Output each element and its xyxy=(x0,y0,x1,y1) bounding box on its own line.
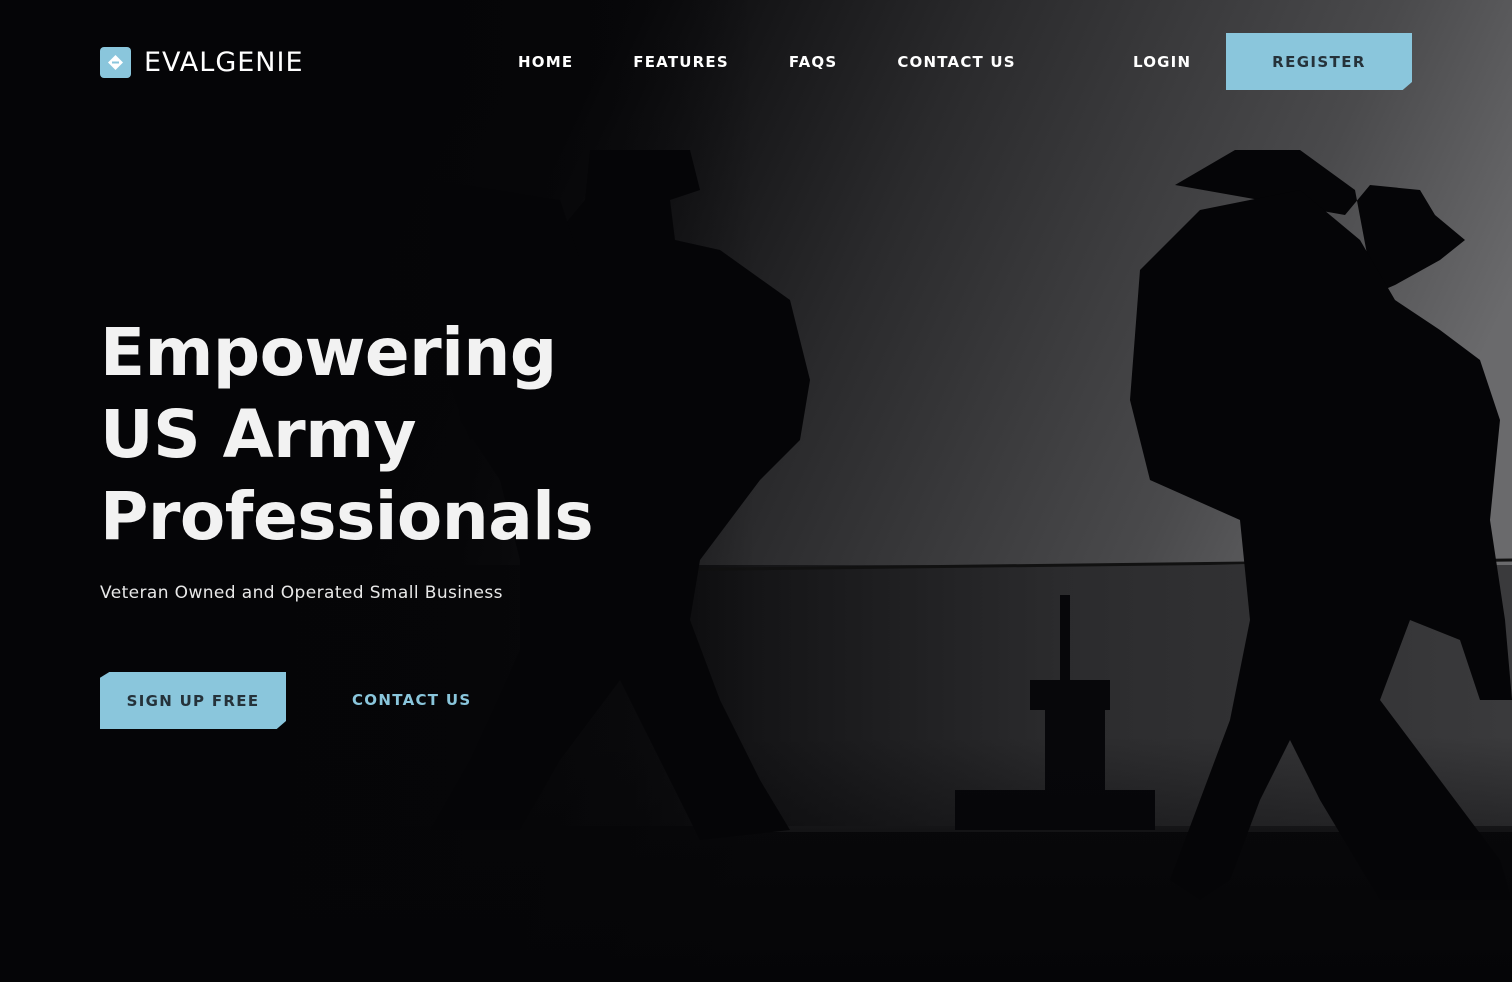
brand-name: EVALGENIE xyxy=(144,47,304,78)
nav-item-faqs[interactable]: FAQS xyxy=(789,52,838,72)
nav-item-home[interactable]: HOME xyxy=(518,52,573,72)
hero-title-line-1: Empowering xyxy=(100,314,557,391)
main-nav: HOME FEATURES FAQS CONTACT US xyxy=(518,52,1016,72)
diamond-logo-icon xyxy=(100,47,131,78)
nav-item-contact-us[interactable]: CONTACT US xyxy=(897,52,1015,72)
site-header: EVALGENIE HOME FEATURES FAQS CONTACT US … xyxy=(0,0,1512,124)
contact-us-button[interactable]: CONTACT US xyxy=(352,690,471,710)
nav-item-features[interactable]: FEATURES xyxy=(633,52,729,72)
register-button[interactable]: REGISTER xyxy=(1226,33,1412,90)
sign-up-free-button[interactable]: SIGN UP FREE xyxy=(100,672,286,729)
hero-title: Empowering US Army Professionals xyxy=(100,312,720,558)
hero-title-line-2: US Army xyxy=(100,396,417,473)
brand-logo[interactable]: EVALGENIE xyxy=(100,47,304,78)
landing-page: EVALGENIE HOME FEATURES FAQS CONTACT US … xyxy=(0,0,1512,982)
login-link[interactable]: LOGIN xyxy=(1133,52,1191,72)
hero-subtitle: Veteran Owned and Operated Small Busines… xyxy=(100,583,503,603)
hero-title-line-3: Professionals xyxy=(100,478,594,555)
